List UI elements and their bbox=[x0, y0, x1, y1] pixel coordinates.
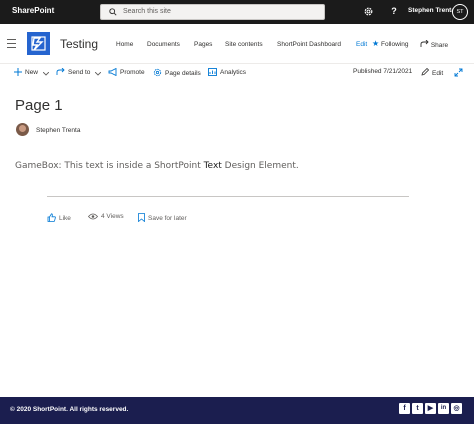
share-icon bbox=[420, 39, 429, 47]
site-title[interactable]: Testing bbox=[60, 37, 98, 51]
pencil-icon bbox=[421, 67, 430, 76]
page-details-label: Page details bbox=[165, 70, 201, 77]
facebook-icon[interactable]: f bbox=[399, 403, 410, 414]
send-to-label: Send to bbox=[68, 69, 91, 76]
author-name[interactable]: Stephen Trenta bbox=[36, 127, 80, 134]
promote-label: Promote bbox=[120, 69, 145, 76]
share-button[interactable]: Share bbox=[420, 39, 449, 49]
nav-home[interactable]: Home bbox=[116, 41, 133, 48]
share-label: Share bbox=[430, 42, 449, 49]
analytics-label: Analytics bbox=[220, 69, 247, 76]
youtube-icon[interactable]: ▶ bbox=[425, 403, 436, 414]
hamburger-menu-icon[interactable] bbox=[7, 39, 16, 48]
user-name[interactable]: Stephen Trenta bbox=[408, 7, 455, 14]
settings-icon bbox=[153, 68, 162, 77]
edit-label: Edit bbox=[432, 70, 444, 77]
text-part-end: Design Element. bbox=[221, 161, 299, 171]
footer: © 2020 ShortPoint. All rights reserved. … bbox=[0, 397, 474, 424]
analytics-button[interactable]: Analytics bbox=[208, 68, 246, 76]
edit-page-button[interactable]: Edit bbox=[421, 67, 444, 77]
analytics-icon bbox=[208, 68, 217, 76]
nav-documents[interactable]: Documents bbox=[147, 41, 180, 48]
star-icon: ★ bbox=[372, 39, 380, 48]
views-count: 4 Views bbox=[87, 213, 124, 220]
avatar[interactable]: ST bbox=[452, 4, 468, 20]
chevron-down-icon bbox=[94, 71, 102, 76]
nav-edit-link[interactable]: Edit bbox=[356, 41, 367, 48]
bookmark-icon bbox=[138, 213, 145, 223]
page-details-button[interactable]: Page details bbox=[153, 68, 201, 77]
search-input[interactable]: Search this site bbox=[100, 4, 325, 20]
plus-icon bbox=[14, 68, 22, 76]
published-date: Published 7/21/2021 bbox=[353, 68, 413, 75]
like-icon bbox=[47, 213, 56, 222]
eye-icon bbox=[87, 213, 99, 220]
megaphone-icon bbox=[108, 67, 117, 77]
content-divider bbox=[47, 196, 409, 197]
search-icon bbox=[109, 8, 117, 16]
views-label: 4 Views bbox=[101, 213, 124, 220]
new-label: New bbox=[25, 69, 39, 76]
send-to-button[interactable]: Send to bbox=[56, 67, 104, 76]
nav-pages[interactable]: Pages bbox=[194, 41, 212, 48]
command-bar: New Send to Promote Page details Analyti… bbox=[0, 64, 474, 82]
promote-button[interactable]: Promote bbox=[108, 67, 145, 77]
chevron-down-icon bbox=[42, 71, 50, 76]
nav-shortpoint-dashboard[interactable]: ShortPoint Dashboard bbox=[277, 41, 341, 48]
site-logo[interactable] bbox=[27, 32, 50, 55]
text-part: GameBox: This text is inside a ShortPoin… bbox=[15, 161, 204, 171]
search-placeholder: Search this site bbox=[123, 8, 171, 15]
dribbble-icon[interactable]: ◎ bbox=[451, 403, 462, 414]
expand-icon[interactable] bbox=[454, 68, 463, 77]
app-name[interactable]: SharePoint bbox=[12, 6, 54, 15]
page-title: Page 1 bbox=[15, 97, 63, 114]
nav-site-contents[interactable]: Site contents bbox=[225, 41, 263, 48]
text-element: GameBox: This text is inside a ShortPoin… bbox=[15, 161, 299, 171]
send-icon bbox=[56, 67, 65, 75]
help-icon[interactable]: ? bbox=[388, 5, 400, 17]
text-emphasis: Text bbox=[203, 161, 222, 171]
gear-icon[interactable] bbox=[363, 6, 374, 17]
follow-label: Following bbox=[380, 41, 409, 48]
like-button[interactable]: Like bbox=[47, 213, 71, 222]
new-button[interactable]: New bbox=[14, 68, 52, 76]
save-label: Save for later bbox=[148, 215, 187, 222]
save-for-later-button[interactable]: Save for later bbox=[138, 213, 187, 223]
site-header: Testing Home Documents Pages Site conten… bbox=[0, 24, 474, 64]
copyright-text: © 2020 ShortPoint. All rights reserved. bbox=[10, 406, 129, 413]
linkedin-icon[interactable]: in bbox=[438, 403, 449, 414]
author-avatar[interactable] bbox=[16, 123, 29, 136]
like-label: Like bbox=[59, 215, 71, 222]
follow-button[interactable]: ★ Following bbox=[372, 39, 408, 48]
suite-bar: SharePoint Search this site ? Stephen Tr… bbox=[0, 0, 474, 24]
twitter-icon[interactable]: t bbox=[412, 403, 423, 414]
